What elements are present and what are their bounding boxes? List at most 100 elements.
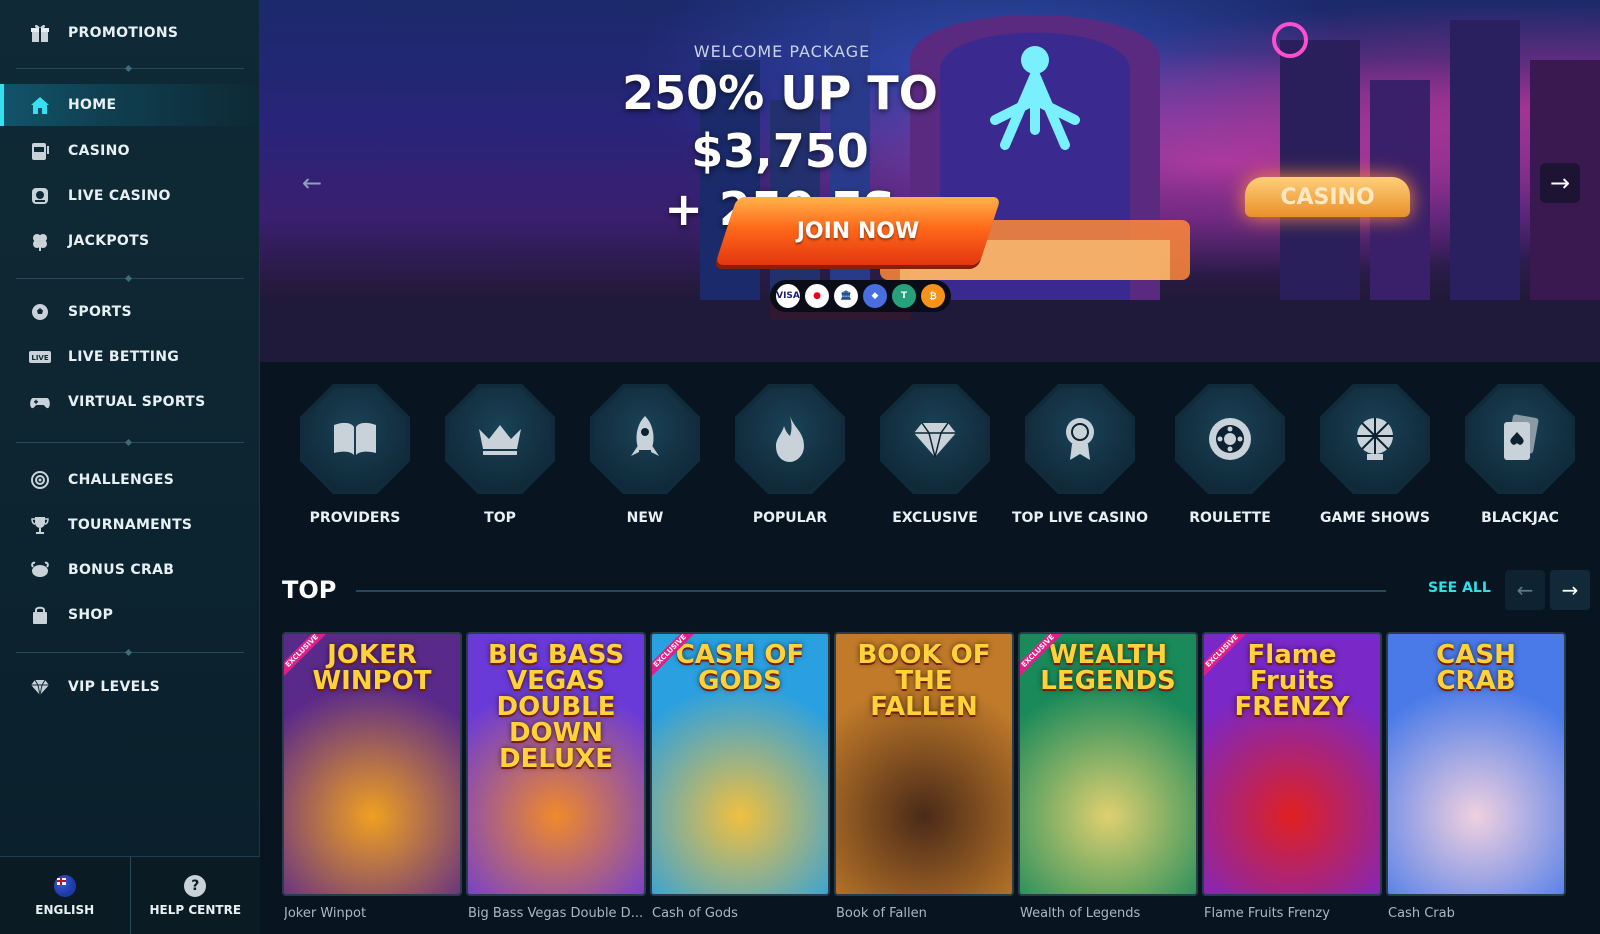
- sidebar-item-live-betting[interactable]: LIVE LIVE BETTING: [0, 336, 260, 378]
- category-bar: PROVIDERS TOP NEW POPULAR EXCLUSIVE TOP LIVE …: [260, 362, 1600, 552]
- sidebar-item-casino[interactable]: CASINO: [0, 130, 260, 172]
- wheel-icon: [1324, 388, 1426, 490]
- category-game-shows[interactable]: GAME SHOWS: [1305, 384, 1445, 534]
- category-hex: [1465, 384, 1575, 494]
- category-label: TOP LIVE CASINO: [1011, 510, 1148, 526]
- sidebar-item-live-casino[interactable]: LIVE CASINO: [0, 175, 260, 217]
- game-tile[interactable]: BOOK OF THE FALLEN: [834, 632, 1014, 896]
- category-hex: [735, 384, 845, 494]
- join-now-button[interactable]: JOIN NOW: [714, 197, 1002, 265]
- home-icon: [28, 93, 52, 117]
- diamond-icon: [884, 388, 986, 490]
- sidebar-item-label: VIP LEVELS: [68, 679, 161, 695]
- game-caption[interactable]: Wealth of Legends: [1020, 906, 1200, 921]
- game-tile[interactable]: CASH CRAB: [1386, 632, 1566, 896]
- sidebar-item-jackpots[interactable]: JACKPOTS: [0, 220, 260, 262]
- sidebar-item-challenges[interactable]: CHALLENGES: [0, 459, 260, 501]
- sidebar-item-vip-levels[interactable]: VIP LEVELS: [0, 666, 260, 708]
- sidebar-item-sports[interactable]: SPORTS: [0, 291, 260, 333]
- soccer-ball-icon: [28, 300, 52, 324]
- sidebar-item-label: SHOP: [68, 607, 114, 623]
- category-top-live-casino[interactable]: TOP LIVE CASINO: [1010, 384, 1150, 534]
- game-caption[interactable]: Cash Crab: [1388, 906, 1568, 921]
- language-selector[interactable]: ENGLISH: [0, 857, 130, 934]
- game-tile[interactable]: Flame Fruits FRENZY EXCLUSIVE: [1202, 632, 1382, 896]
- sidebar-item-label: LIVE CASINO: [68, 188, 171, 204]
- category-exclusive[interactable]: EXCLUSIVE: [865, 384, 1005, 534]
- game-art-title: WEALTH LEGENDS: [1040, 640, 1176, 696]
- casino-sign: CASINO: [1245, 177, 1410, 217]
- game-tile[interactable]: WEALTH LEGENDS EXCLUSIVE: [1018, 632, 1198, 896]
- category-roulette[interactable]: ROULETTE: [1160, 384, 1300, 534]
- carousel-next-arrow-icon[interactable]: →: [1550, 570, 1590, 610]
- category-label: GAME SHOWS: [1320, 510, 1430, 526]
- game-tile[interactable]: BIG BASS VEGAS DOUBLE DOWN DELUXE: [466, 632, 646, 896]
- question-icon: ?: [184, 874, 207, 897]
- top-games-section: TOP SEE ALL ← → JOKER WINPOT EXCLUSIVE Jok…: [260, 552, 1600, 934]
- game-art-title: Flame Fruits FRENZY: [1234, 640, 1350, 722]
- category-blackjac[interactable]: BLACKJAC: [1450, 384, 1590, 534]
- sidebar-item-home[interactable]: HOME: [0, 84, 260, 126]
- help-centre-button[interactable]: ? HELP CENTRE: [129, 857, 261, 934]
- shop-bag-icon: [28, 603, 52, 627]
- diamond-icon: [28, 675, 52, 699]
- hero-next-arrow-icon[interactable]: →: [1540, 163, 1580, 203]
- payment-badge-icon: VISA: [776, 284, 800, 308]
- sidebar-item-label: CHALLENGES: [68, 472, 175, 488]
- sidebar: PROMOTIONS HOME CASINO LIVE CASINO JACKP…: [0, 0, 260, 934]
- game-caption[interactable]: Flame Fruits Frenzy: [1204, 906, 1384, 921]
- hero-title-line1: 250% UP TO $3,750: [622, 66, 938, 178]
- roulette-icon: [1179, 388, 1281, 490]
- sidebar-item-label: LIVE BETTING: [68, 349, 180, 365]
- live-badge-icon: LIVE: [28, 345, 52, 369]
- sidebar-item-bonus-crab[interactable]: BONUS CRAB: [0, 549, 260, 591]
- payment-badge-icon: T: [892, 284, 916, 308]
- slot-machine-icon: [28, 139, 52, 163]
- clover-icon: [28, 229, 52, 253]
- hero-prev-arrow-icon[interactable]: ←: [292, 163, 332, 203]
- game-tile[interactable]: JOKER WINPOT EXCLUSIVE: [282, 632, 462, 896]
- game-art-title: BIG BASS VEGAS DOUBLE DOWN DELUXE: [487, 640, 625, 774]
- category-label: EXCLUSIVE: [892, 510, 978, 526]
- category-hex: [590, 384, 700, 494]
- sidebar-item-label: BONUS CRAB: [68, 562, 175, 578]
- carousel-prev-arrow-icon[interactable]: ←: [1505, 570, 1545, 610]
- crown-icon: [449, 388, 551, 490]
- game-caption[interactable]: Cash of Gods: [652, 906, 832, 921]
- sidebar-item-virtual-sports[interactable]: VIRTUAL SPORTS: [0, 381, 260, 423]
- see-all-link[interactable]: SEE ALL: [1428, 580, 1491, 596]
- category-providers[interactable]: PROVIDERS: [285, 384, 425, 534]
- hero-banner[interactable]: CASINO WELCOME PACKAGE 250% UP TO $3,750…: [260, 0, 1600, 362]
- award-badge-icon: [1029, 388, 1131, 490]
- flame-icon: [739, 388, 841, 490]
- section-divider-line: [356, 590, 1386, 592]
- sidebar-divider: [16, 68, 244, 69]
- sidebar-item-shop[interactable]: SHOP: [0, 594, 260, 636]
- category-new[interactable]: NEW: [575, 384, 715, 534]
- payment-badge-icon: ₿: [921, 284, 945, 308]
- sidebar-item-promotions[interactable]: PROMOTIONS: [0, 12, 260, 54]
- game-caption[interactable]: Joker Winpot: [284, 906, 464, 921]
- svg-text:LIVE: LIVE: [31, 354, 48, 362]
- category-hex: [1320, 384, 1430, 494]
- hero-tag: WELCOME PACKAGE: [693, 42, 871, 61]
- game-caption[interactable]: Big Bass Vegas Double D...: [468, 906, 648, 921]
- category-label: POPULAR: [752, 510, 828, 526]
- category-hex: [445, 384, 555, 494]
- category-top[interactable]: TOP: [430, 384, 570, 534]
- live-dealer-icon: [28, 184, 52, 208]
- game-art-title: CASH OF GODS: [675, 640, 805, 696]
- target-icon: [28, 468, 52, 492]
- game-art-title: CASH CRAB: [1436, 640, 1516, 696]
- game-tile[interactable]: CASH OF GODS EXCLUSIVE: [650, 632, 830, 896]
- sidebar-divider: [16, 278, 244, 279]
- sidebar-item-tournaments[interactable]: TOURNAMENTS: [0, 504, 260, 546]
- game-caption[interactable]: Book of Fallen: [836, 906, 1016, 921]
- game-art-title: BOOK OF THE FALLEN: [857, 640, 991, 722]
- gamepad-icon: [28, 390, 52, 414]
- category-hex: [880, 384, 990, 494]
- crab-icon: [28, 558, 52, 582]
- open-book-icon: [304, 388, 406, 490]
- category-label: PROVIDERS: [309, 510, 401, 526]
- category-popular[interactable]: POPULAR: [720, 384, 860, 534]
